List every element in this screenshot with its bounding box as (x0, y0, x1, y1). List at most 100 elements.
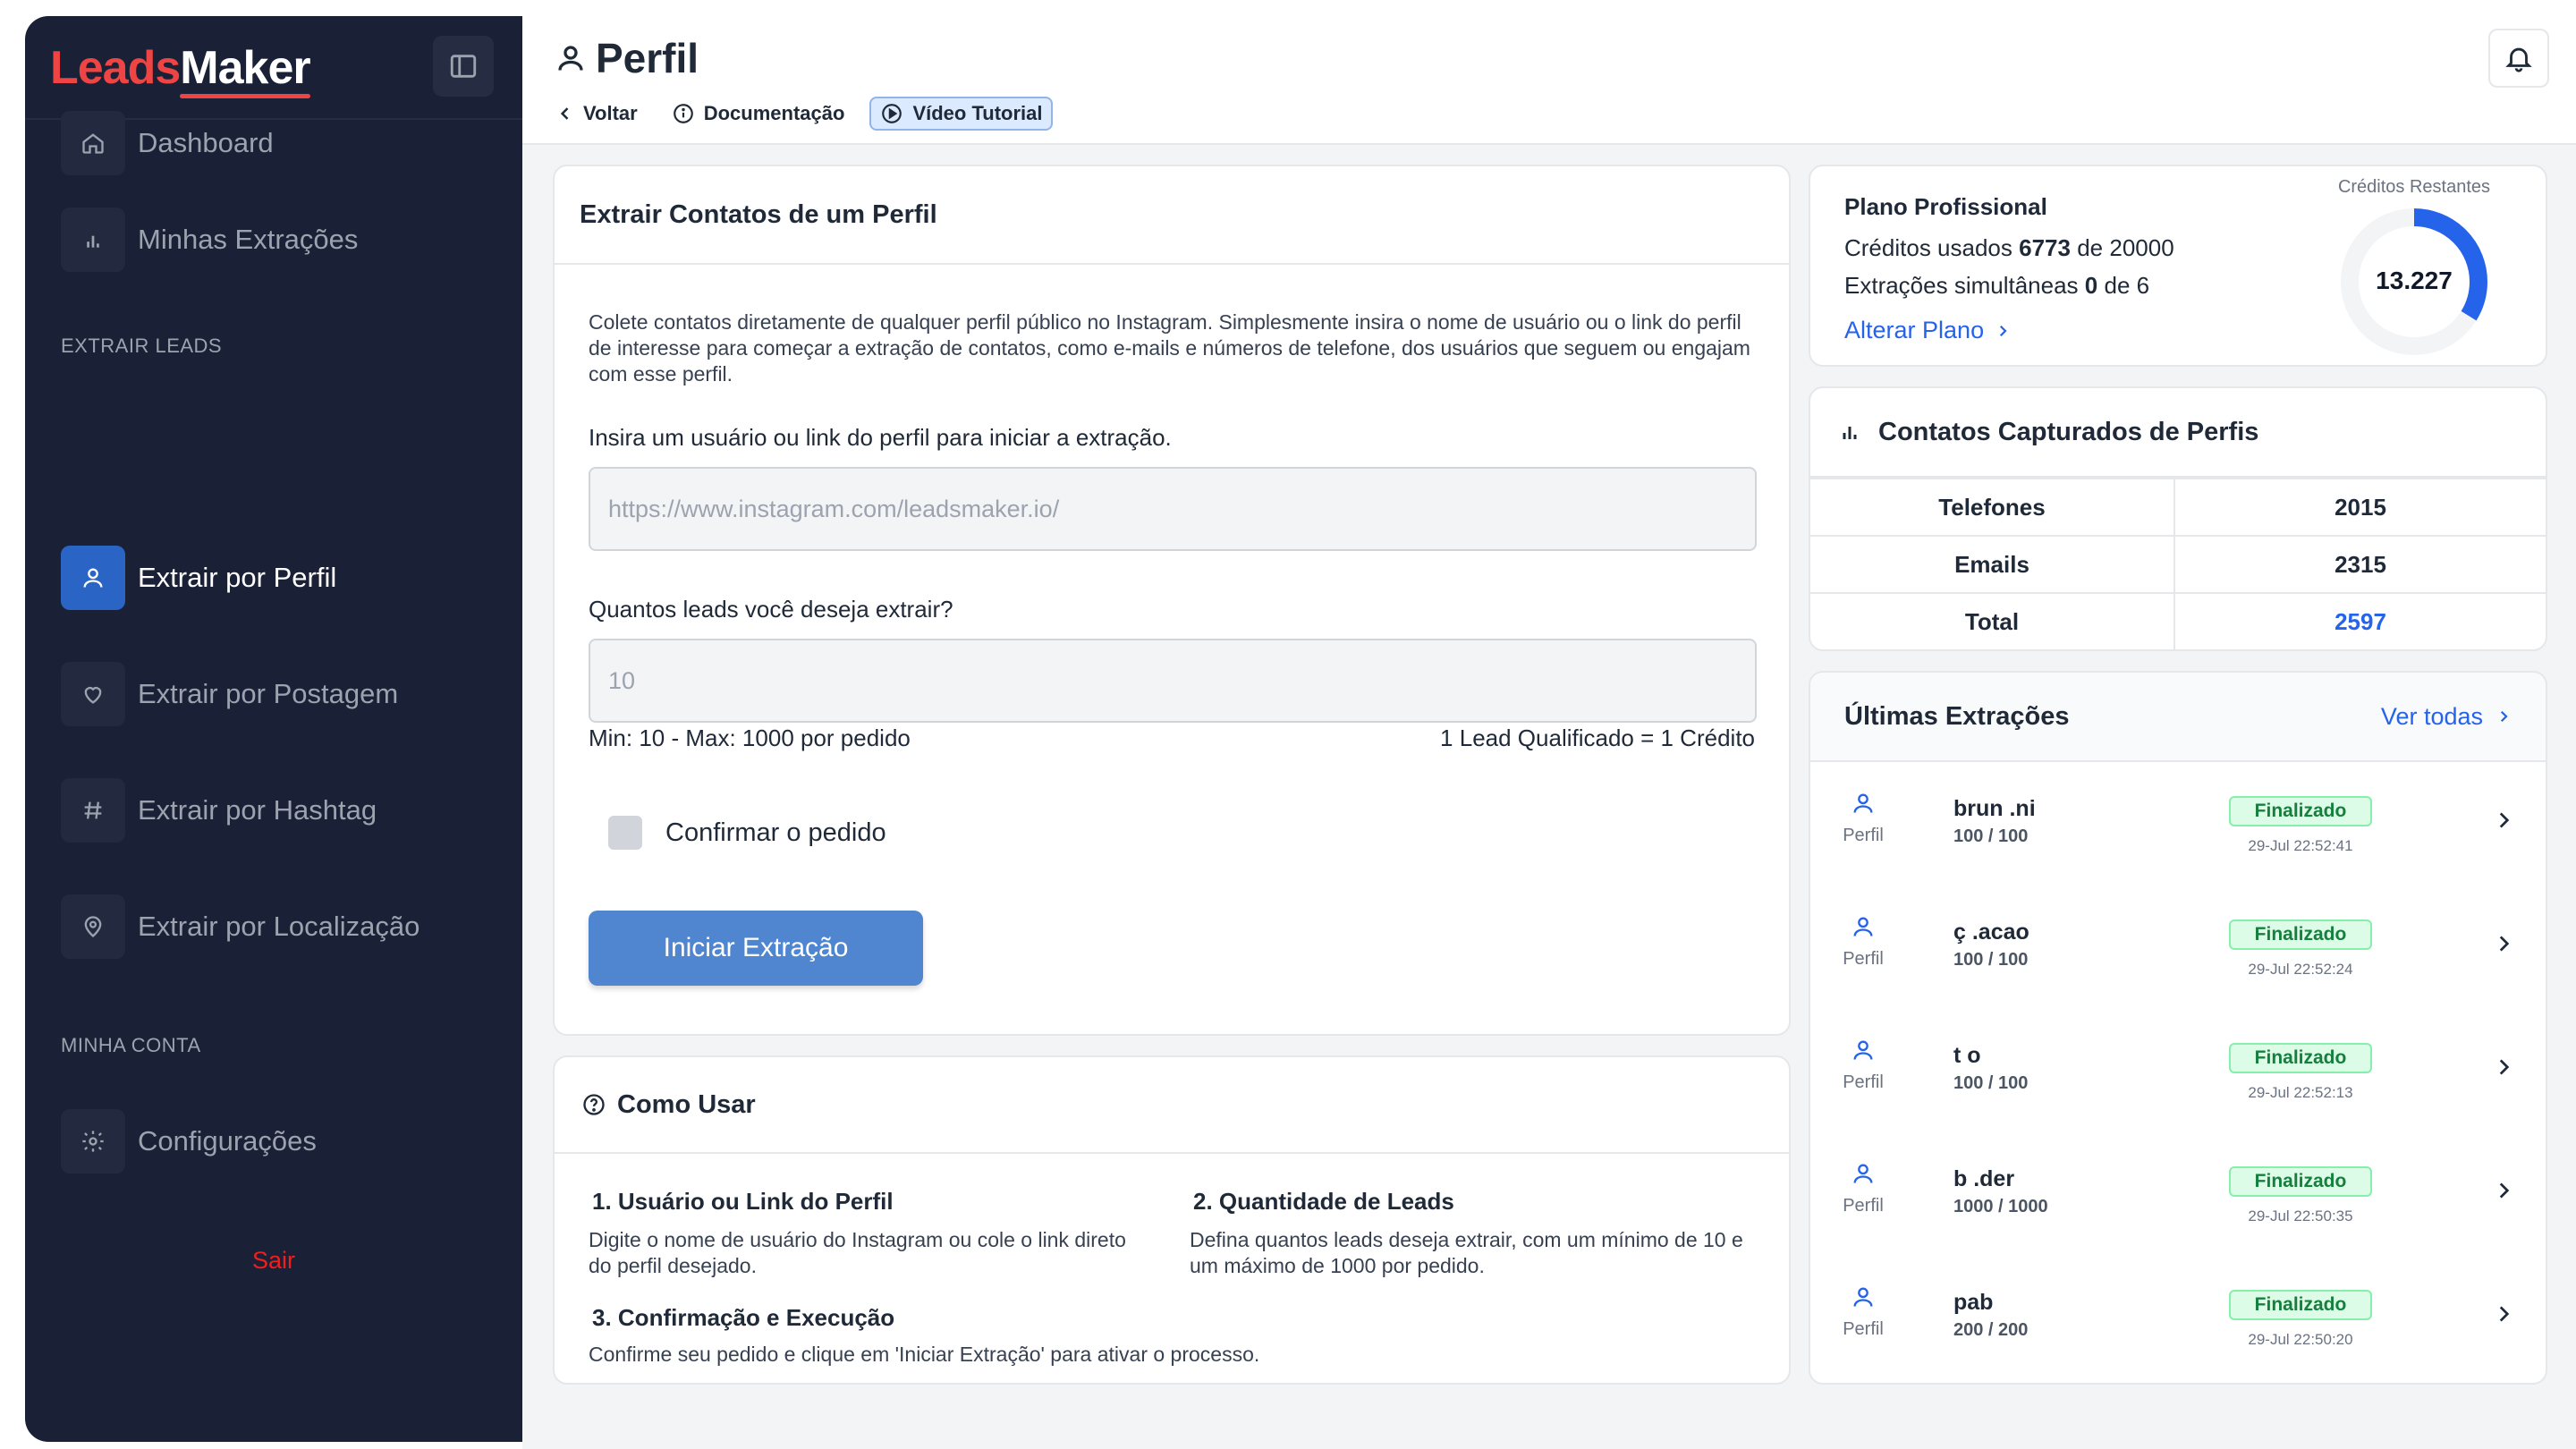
extraction-count: 1000 / 1000 (1953, 1197, 2048, 1216)
start-extraction-button[interactable]: Iniciar Extração (589, 911, 923, 986)
profile-url-input[interactable]: https://www.instagram.com/leadsmaker.io/ (589, 467, 1757, 551)
user-icon (1853, 1040, 1873, 1060)
simultaneous-of: de (2104, 272, 2131, 299)
page-subnav: Voltar Documentação Vídeo Tutorial (556, 97, 1087, 131)
sidebar-item-extract-location[interactable]: Extrair por Localização (61, 894, 419, 959)
status-badge: Finalizado (2229, 796, 2372, 826)
sidebar-item-label: Extrair por Hashtag (138, 794, 377, 826)
confirm-order-label: Confirmar o pedido (665, 818, 886, 847)
hash-icon (61, 778, 125, 843)
see-all-label: Ver todas (2380, 702, 2483, 730)
docs-link[interactable]: Documentação (672, 102, 844, 125)
sidebar-item-my-extractions[interactable]: Minhas Extrações (61, 208, 358, 272)
status-badge: Finalizado (2229, 1290, 2372, 1320)
see-all-link[interactable]: Ver todas (2381, 703, 2512, 731)
extraction-type-label: Perfil (1843, 1319, 1884, 1339)
sidebar-item-label: Dashboard (138, 127, 274, 158)
list-item[interactable]: Perfil t o 100 / 100 Finalizado 29-Jul 2… (1810, 1009, 2546, 1132)
sidebar-item-label: Minhas Extrações (138, 224, 359, 255)
chevron-right-icon[interactable] (2492, 932, 2515, 955)
sidebar-item-dashboard[interactable]: Dashboard (61, 111, 274, 175)
extraction-type: Perfil (1834, 1038, 1893, 1093)
credits-used-prefix: Créditos usados (1844, 234, 2012, 261)
chevron-right-icon[interactable] (2492, 809, 2515, 832)
quantity-input[interactable]: 10 (589, 639, 1757, 723)
credits-of: de (2077, 234, 2104, 261)
help-circle-icon (583, 1094, 605, 1115)
card-header: Últimas Extrações Ver todas (1810, 673, 2546, 762)
logout-link[interactable]: Sair (25, 1247, 522, 1275)
contact-count: 2315 (2174, 537, 2546, 592)
card-header: Extrair Contatos de um Perfil (555, 166, 1789, 265)
info-icon (673, 104, 693, 123)
card-title: Contatos Capturados de Perfis (1878, 417, 2259, 446)
chevron-right-icon[interactable] (2492, 1179, 2515, 1202)
contact-type: Emails (1954, 550, 2029, 578)
notifications-button[interactable] (2488, 29, 2549, 88)
extraction-type: Perfil (1834, 914, 1893, 970)
step-description: Confirme seu pedido e clique em 'Iniciar… (589, 1343, 1260, 1366)
extraction-date: 29-Jul 22:52:41 (2248, 837, 2353, 854)
user-icon (1853, 793, 1873, 813)
status-badge: Finalizado (2229, 1043, 2372, 1073)
list-item[interactable]: Perfil ç .acao 100 / 100 Finalizado 29-J… (1810, 886, 2546, 1009)
back-label: Voltar (583, 102, 638, 124)
step-description: Digite o nome de usuário do Instagram ou… (589, 1228, 1126, 1277)
sidebar-item-label: Extrair por Perfil (138, 562, 337, 593)
extraction-type-label: Perfil (1843, 1196, 1884, 1216)
sidebar-item-extract-post[interactable]: Extrair por Postagem (61, 662, 398, 726)
back-link[interactable]: Voltar (556, 102, 638, 125)
extract-profile-card: Extrair Contatos de um Perfil Colete con… (553, 165, 1791, 1036)
card-header: Contatos Capturados de Perfis (1810, 388, 2546, 478)
sidebar-section-extract: EXTRAIR LEADS (61, 335, 223, 357)
sidebar-item-extract-profile[interactable]: Extrair por Perfil (61, 546, 336, 610)
chevron-right-icon[interactable] (2492, 1055, 2515, 1079)
sidebar-item-settings[interactable]: Configurações (61, 1109, 317, 1174)
sidebar-panel-icon (450, 55, 477, 78)
extraction-username: pab (1953, 1290, 1994, 1315)
extraction-username: b .der (1953, 1166, 2015, 1191)
list-item[interactable]: Perfil brun .ni 100 / 100 Finalizado 29-… (1810, 762, 2546, 886)
bell-icon (2505, 47, 2532, 72)
remaining-credits-value: 13.227 (2376, 267, 2453, 294)
bar-chart-icon (61, 208, 125, 272)
video-tutorial-link[interactable]: Vídeo Tutorial (869, 97, 1054, 131)
quantity-hint: Min: 10 - Max: 1000 por pedido (589, 724, 911, 751)
sidebar-item-extract-hashtag[interactable]: Extrair por Hashtag (61, 778, 377, 843)
card-title: Extrair Contatos de um Perfil (580, 199, 937, 229)
list-item[interactable]: Perfil pab 200 / 200 Finalizado 29-Jul 2… (1810, 1256, 2546, 1379)
page-title: Perfil (596, 35, 699, 81)
extraction-date: 29-Jul 22:50:20 (2248, 1331, 2353, 1348)
sidebar-header: Leads Maker (25, 16, 522, 120)
confirm-order-row[interactable]: Confirmar o pedido (608, 816, 886, 850)
change-plan-link[interactable]: Alterar Plano (1844, 317, 2011, 344)
step-title: 1. Usuário ou Link do Perfil (592, 1188, 894, 1215)
extraction-type-label: Perfil (1843, 1072, 1884, 1092)
home-icon (61, 111, 125, 175)
card-title: Últimas Extrações (1844, 701, 2070, 731)
credit-hint: 1 Lead Qualificado = 1 Crédito (1440, 724, 1755, 751)
sidebar-toggle-button[interactable] (433, 36, 494, 97)
extraction-type-label: Perfil (1843, 826, 1884, 845)
plan-card: Plano Profissional Créditos usados 6773 … (1809, 165, 2547, 367)
simultaneous-used: 0 (2084, 272, 2098, 299)
chevron-right-icon (2500, 710, 2508, 723)
bar-chart-icon (1843, 427, 1857, 439)
simultaneous-extractions-line: Extrações simultâneas 0 de 6 (1844, 272, 2149, 300)
user-icon (558, 46, 583, 71)
video-tutorial-label: Vídeo Tutorial (912, 102, 1043, 124)
chevron-right-icon[interactable] (2492, 1302, 2515, 1326)
sidebar-section-account: MINHA CONTA (61, 1034, 201, 1056)
confirm-order-checkbox[interactable] (608, 816, 642, 850)
heart-icon (61, 662, 125, 726)
logo[interactable]: Leads Maker (50, 41, 311, 98)
credits-total: 20000 (2109, 234, 2174, 261)
step-description: Defina quantos leads deseja extrair, com… (1190, 1228, 1743, 1277)
list-item[interactable]: Perfil b .der 1000 / 1000 Finalizado 29-… (1810, 1132, 2546, 1256)
contact-count: 2597 (2174, 594, 2546, 649)
extract-description: Colete contatos diretamente de qualquer … (589, 310, 1750, 386)
extraction-date: 29-Jul 22:52:13 (2248, 1084, 2353, 1101)
user-icon (1853, 917, 1873, 936)
chevron-right-icon (2000, 325, 2007, 336)
extraction-date: 29-Jul 22:50:35 (2248, 1208, 2353, 1224)
